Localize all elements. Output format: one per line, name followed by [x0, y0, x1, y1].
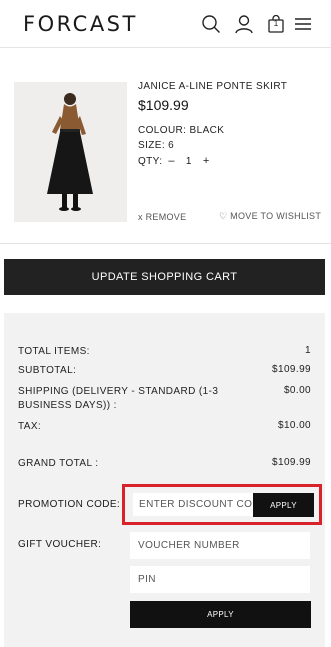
site-header: FORCAST 1: [0, 0, 331, 48]
subtotal-label: SUBTOTAL:: [18, 365, 77, 376]
divider: [0, 243, 331, 244]
grand-total-label: GRAND TOTAL :: [18, 458, 99, 469]
promotion-code-label: PROMOTION CODE:: [18, 499, 121, 510]
search-icon[interactable]: [201, 14, 221, 34]
order-summary: TOTAL ITEMS: 1 SUBTOTAL: $109.99 SHIPPIN…: [4, 313, 325, 647]
qty-decrement-button[interactable]: –: [168, 155, 175, 167]
subtotal-value: $109.99: [272, 364, 311, 375]
grand-total-value: $109.99: [272, 457, 311, 468]
gift-voucher-label: GIFT VOUCHER:: [18, 539, 102, 550]
product-size: SIZE: 6: [138, 140, 175, 151]
qty-value[interactable]: 1: [181, 156, 197, 167]
qty-increment-button[interactable]: +: [203, 155, 210, 167]
tax-label: TAX:: [18, 421, 42, 432]
promotion-code-highlight: APPLY: [122, 484, 322, 525]
product-name[interactable]: JANICE A-LINE PONTE SKIRT: [138, 81, 287, 92]
quantity-stepper: QTY: – 1 +: [138, 155, 210, 167]
gift-voucher-apply-button[interactable]: APPLY: [130, 601, 311, 628]
shipping-label: SHIPPING (DELIVERY - STANDARD (1-3 BUSIN…: [18, 386, 219, 411]
voucher-number-input[interactable]: [130, 532, 310, 559]
cart-count-badge: 1: [273, 19, 279, 28]
menu-icon[interactable]: [293, 14, 313, 34]
qty-label: QTY:: [138, 155, 163, 167]
user-icon[interactable]: [234, 14, 254, 34]
cart-icon[interactable]: 1: [266, 14, 286, 34]
promotion-code-input[interactable]: [133, 493, 255, 516]
shipping-value: $0.00: [283, 385, 311, 396]
product-colour: COLOUR: BLACK: [138, 125, 225, 136]
logo[interactable]: FORCAST: [23, 12, 138, 36]
product-price: $109.99: [138, 97, 189, 113]
promotion-apply-button[interactable]: APPLY: [253, 493, 314, 517]
update-cart-button[interactable]: UPDATE SHOPPING CART: [4, 259, 325, 295]
total-items-value: 1: [305, 345, 311, 356]
total-items-label: TOTAL ITEMS:: [18, 346, 90, 357]
move-to-wishlist-link[interactable]: ♡ MOVE TO WISHLIST: [219, 211, 321, 222]
tax-value: $10.00: [278, 420, 311, 431]
product-image[interactable]: [14, 82, 127, 222]
remove-item-link[interactable]: x REMOVE: [138, 212, 186, 222]
cart-item: JANICE A-LINE PONTE SKIRT $109.99 COLOUR…: [0, 48, 331, 244]
voucher-pin-input[interactable]: [130, 566, 310, 593]
